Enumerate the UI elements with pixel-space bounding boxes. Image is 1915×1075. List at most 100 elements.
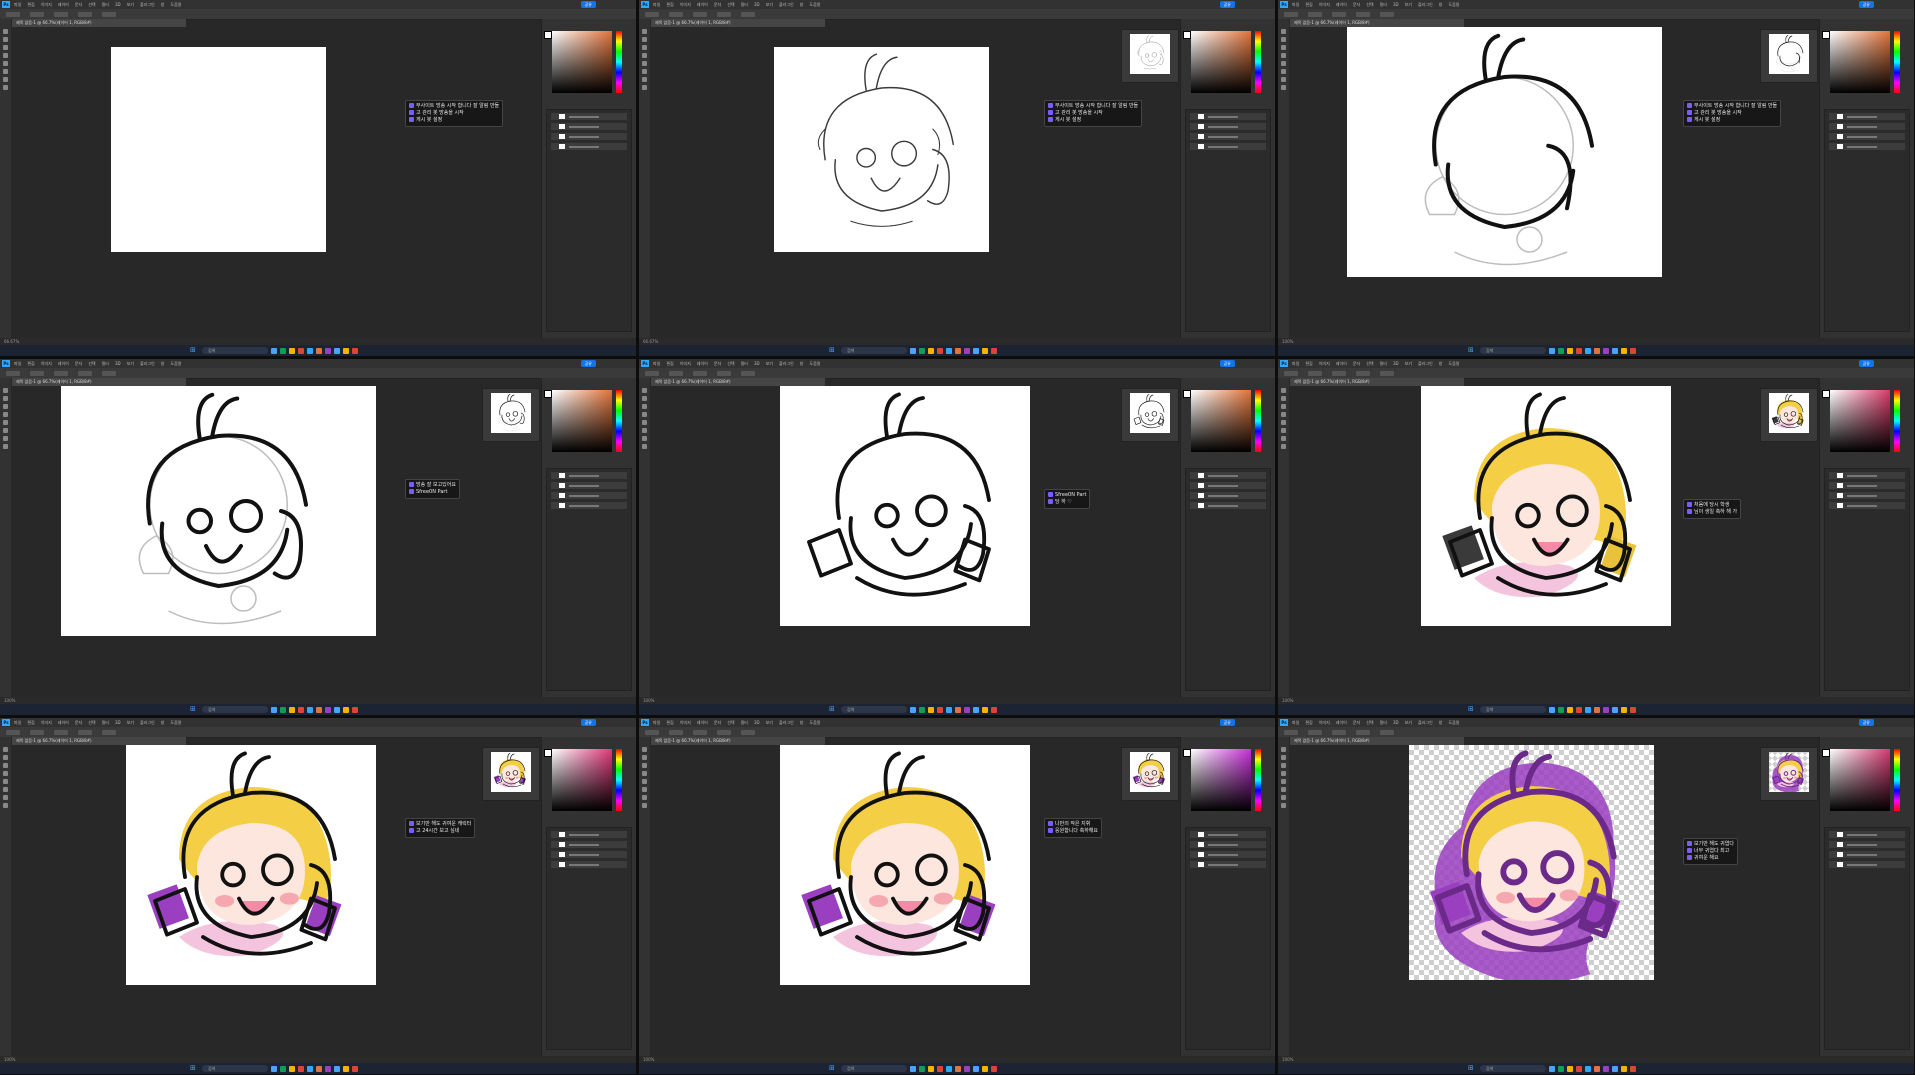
menu-item[interactable]: 도움말 bbox=[809, 361, 820, 367]
opacity-field[interactable] bbox=[693, 370, 707, 376]
share-button[interactable]: 공유 bbox=[1858, 360, 1874, 367]
smoothing-field[interactable] bbox=[1380, 11, 1394, 17]
mode-select[interactable] bbox=[30, 729, 44, 735]
move-icon[interactable] bbox=[3, 787, 8, 792]
menu-item[interactable]: 보기 bbox=[127, 2, 134, 8]
menu-item[interactable]: 창 bbox=[161, 361, 165, 367]
menu-item[interactable]: 보기 bbox=[766, 361, 773, 367]
lasso-icon[interactable] bbox=[3, 396, 8, 401]
taskbar-app-icon[interactable] bbox=[955, 1065, 961, 1072]
brush-icon[interactable] bbox=[1281, 763, 1286, 768]
menu-item[interactable]: 필터 bbox=[1380, 720, 1387, 726]
zoom-icon[interactable] bbox=[1281, 420, 1286, 425]
layer-row[interactable] bbox=[551, 472, 627, 479]
menu-item[interactable]: 창 bbox=[161, 2, 165, 8]
document-tab[interactable]: 제목 없음-1 @ 66.7%(레이어 1, RGB/8#) bbox=[1290, 378, 1464, 386]
menu-item[interactable]: 3D bbox=[754, 2, 760, 7]
taskbar-app-icon[interactable] bbox=[1594, 347, 1600, 354]
menu-item[interactable]: 문자 bbox=[714, 720, 721, 726]
artboard[interactable] bbox=[1347, 27, 1662, 277]
menu-item[interactable]: 파일 bbox=[653, 2, 660, 8]
taskbar-app-icon[interactable] bbox=[991, 706, 997, 713]
menu-item[interactable]: 3D bbox=[115, 2, 121, 7]
hue-slider[interactable] bbox=[616, 31, 622, 93]
taskbar-app-icon[interactable] bbox=[271, 1065, 277, 1072]
layer-row[interactable] bbox=[1190, 492, 1266, 499]
navigator-thumbnail[interactable] bbox=[1121, 747, 1179, 801]
taskbar-app-icon[interactable] bbox=[928, 347, 934, 354]
menu-item[interactable]: 문자 bbox=[75, 361, 82, 367]
menu-item[interactable]: 플러그인 bbox=[1418, 2, 1433, 8]
eraser-icon[interactable] bbox=[1281, 53, 1286, 58]
menu-item[interactable]: 도움말 bbox=[1448, 361, 1459, 367]
taskbar-search-input[interactable]: 검색 bbox=[841, 347, 907, 354]
menu-item[interactable]: 선택 bbox=[1366, 720, 1373, 726]
menu-item[interactable]: 편집 bbox=[666, 2, 673, 8]
menu-item[interactable]: 편집 bbox=[666, 720, 673, 726]
taskbar-app-icon[interactable] bbox=[1630, 347, 1636, 354]
windows-start-icon[interactable]: ⊞ bbox=[1468, 1065, 1476, 1072]
foreground-color-swatch[interactable] bbox=[544, 390, 552, 398]
layer-row[interactable] bbox=[1829, 851, 1905, 858]
menu-item[interactable]: 창 bbox=[800, 720, 804, 726]
taskbar-app-icon[interactable] bbox=[316, 706, 322, 713]
taskbar-app-icon[interactable] bbox=[280, 1065, 286, 1072]
taskbar-app-icon[interactable] bbox=[298, 1065, 304, 1072]
taskbar-app-icon[interactable] bbox=[1621, 347, 1627, 354]
taskbar-app-icon[interactable] bbox=[937, 706, 943, 713]
eraser-icon[interactable] bbox=[1281, 803, 1286, 808]
zoom-icon[interactable] bbox=[3, 420, 8, 425]
share-button[interactable]: 공유 bbox=[580, 360, 596, 367]
brush-preset-icon[interactable] bbox=[645, 729, 659, 735]
foreground-color-swatch[interactable] bbox=[1822, 749, 1830, 757]
layer-row[interactable] bbox=[1829, 492, 1905, 499]
taskbar-search-input[interactable]: 검색 bbox=[841, 1065, 907, 1072]
menu-item[interactable]: 편집 bbox=[1305, 720, 1312, 726]
taskbar-app-icon[interactable] bbox=[1621, 1065, 1627, 1072]
zoom-icon[interactable] bbox=[642, 61, 647, 66]
taskbar-app-icon[interactable] bbox=[937, 347, 943, 354]
brush-icon[interactable] bbox=[3, 45, 8, 50]
mode-select[interactable] bbox=[1308, 370, 1322, 376]
menu-item[interactable]: 이미지 bbox=[680, 720, 691, 726]
taskbar-app-icon[interactable] bbox=[343, 347, 349, 354]
taskbar-app-icon[interactable] bbox=[1612, 347, 1618, 354]
eraser-icon[interactable] bbox=[3, 771, 8, 776]
taskbar-search-input[interactable]: 검색 bbox=[1480, 347, 1546, 354]
opacity-field[interactable] bbox=[693, 11, 707, 17]
taskbar-app-icon[interactable] bbox=[1594, 706, 1600, 713]
menu-item[interactable]: 이미지 bbox=[41, 361, 52, 367]
menu-item[interactable]: 플러그인 bbox=[779, 2, 794, 8]
layer-row[interactable] bbox=[1829, 472, 1905, 479]
menu-item[interactable]: 3D bbox=[1393, 361, 1399, 366]
taskbar-search-input[interactable]: 검색 bbox=[841, 706, 907, 713]
menu-item[interactable]: 플러그인 bbox=[1418, 720, 1433, 726]
menu-item[interactable]: 도움말 bbox=[170, 720, 181, 726]
windows-start-icon[interactable]: ⊞ bbox=[829, 347, 837, 354]
layer-row[interactable] bbox=[1829, 841, 1905, 848]
layer-row[interactable] bbox=[1829, 502, 1905, 509]
layer-row[interactable] bbox=[1829, 133, 1905, 140]
taskbar-app-icon[interactable] bbox=[964, 1065, 970, 1072]
menu-item[interactable]: 선택 bbox=[1366, 2, 1373, 8]
brush-preset-icon[interactable] bbox=[645, 370, 659, 376]
move-icon[interactable] bbox=[642, 787, 647, 792]
windows-start-icon[interactable]: ⊞ bbox=[829, 706, 837, 713]
menu-item[interactable]: 편집 bbox=[666, 361, 673, 367]
brush-icon[interactable] bbox=[642, 45, 647, 50]
taskbar-app-icon[interactable] bbox=[352, 1065, 358, 1072]
menu-item[interactable]: 보기 bbox=[1405, 2, 1412, 8]
menu-item[interactable]: 문자 bbox=[75, 720, 82, 726]
hue-slider[interactable] bbox=[1894, 31, 1900, 93]
layer-row[interactable] bbox=[1190, 831, 1266, 838]
menu-item[interactable]: 편집 bbox=[27, 2, 34, 8]
taskbar-app-icon[interactable] bbox=[307, 347, 313, 354]
taskbar-app-icon[interactable] bbox=[919, 347, 925, 354]
flow-field[interactable] bbox=[717, 370, 731, 376]
brush-icon[interactable] bbox=[642, 795, 647, 800]
eraser-icon[interactable] bbox=[3, 412, 8, 417]
menu-item[interactable]: 플러그인 bbox=[140, 2, 155, 8]
layer-row[interactable] bbox=[1190, 472, 1266, 479]
move-icon[interactable] bbox=[1281, 428, 1286, 433]
brush-preset-icon[interactable] bbox=[6, 370, 20, 376]
